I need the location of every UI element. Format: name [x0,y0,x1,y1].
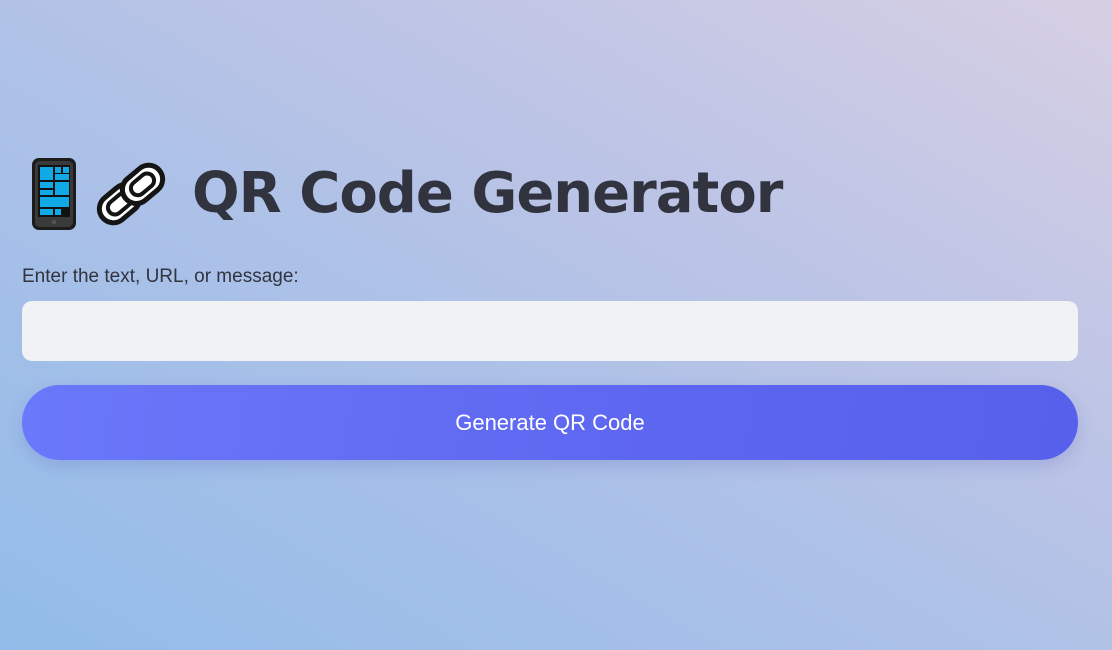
message-input[interactable] [22,301,1078,361]
link-icon [96,162,166,226]
mobile-phone-icon [32,158,76,230]
page-title: QR Code Generator [192,161,783,226]
input-label: Enter the text, URL, or message: [22,266,299,287]
page-header: QR Code Generator [22,150,1078,238]
app-container: QR Code Generator Enter the text, URL, o… [22,150,1078,460]
generate-qr-code-button[interactable]: Generate QR Code [22,385,1078,460]
generate-button-label: Generate QR Code [455,409,645,435]
